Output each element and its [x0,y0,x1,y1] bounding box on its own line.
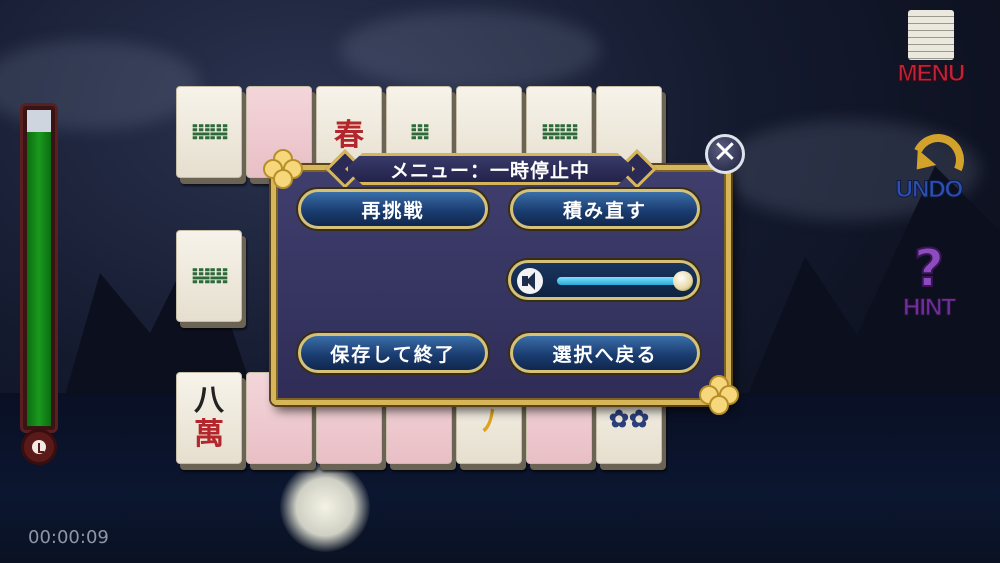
volume-track[interactable] [557,277,683,285]
cloud [340,10,600,90]
gauge-fill [27,132,51,426]
flower-ornament-icon [263,149,303,189]
bamboo-icon: 𝍐𝍐 [191,119,228,145]
timer-gauge [18,103,64,473]
speaker-icon[interactable] [517,268,543,294]
tile[interactable]: 𝍐𝍐 [176,230,242,322]
tile-character: 萬 [194,417,224,452]
tile-character: 八 [194,383,224,418]
gauge-frame [20,103,58,433]
tile[interactable]: 八 萬 [176,372,242,464]
save-and-quit-button[interactable]: 保存して終了 [298,333,488,373]
bamboo-icon: 𝍐 [410,119,430,145]
bamboo-icon: 𝍐𝍐 [541,119,578,145]
undo-arrow-icon [902,128,956,176]
elapsed-time: 00:00:09 [28,527,109,548]
reshuffle-button[interactable]: 積み直す [510,189,700,229]
volume-knob[interactable] [673,271,693,291]
undo-button[interactable]: UNDO [886,128,972,204]
bamboo-icon: 𝍐𝍐 [191,263,228,289]
hint-button[interactable]: ? HINT [886,239,972,322]
menu-button[interactable]: MENU [888,10,974,88]
volume-fill [557,277,683,285]
flower-ornament-icon [699,375,739,415]
tile-characters: 八 萬 [194,384,224,452]
clock-icon [21,429,57,465]
tile-character: 春 [334,118,364,153]
volume-slider[interactable] [508,260,700,300]
question-mark-icon: ? [913,239,945,299]
back-to-select-button[interactable]: 選択へ戻る [510,333,700,373]
dialog-title: メニュー：一時停止中 [345,153,635,185]
hint-label: HINT [903,294,957,322]
close-button[interactable]: ✕ [705,134,745,174]
menu-paper-icon [908,10,954,60]
gauge-track [27,110,51,426]
tile[interactable]: 𝍐𝍐 [176,86,242,178]
retry-button[interactable]: 再挑戦 [298,189,488,229]
menu-label: MENU [897,60,966,88]
moon [280,462,370,552]
